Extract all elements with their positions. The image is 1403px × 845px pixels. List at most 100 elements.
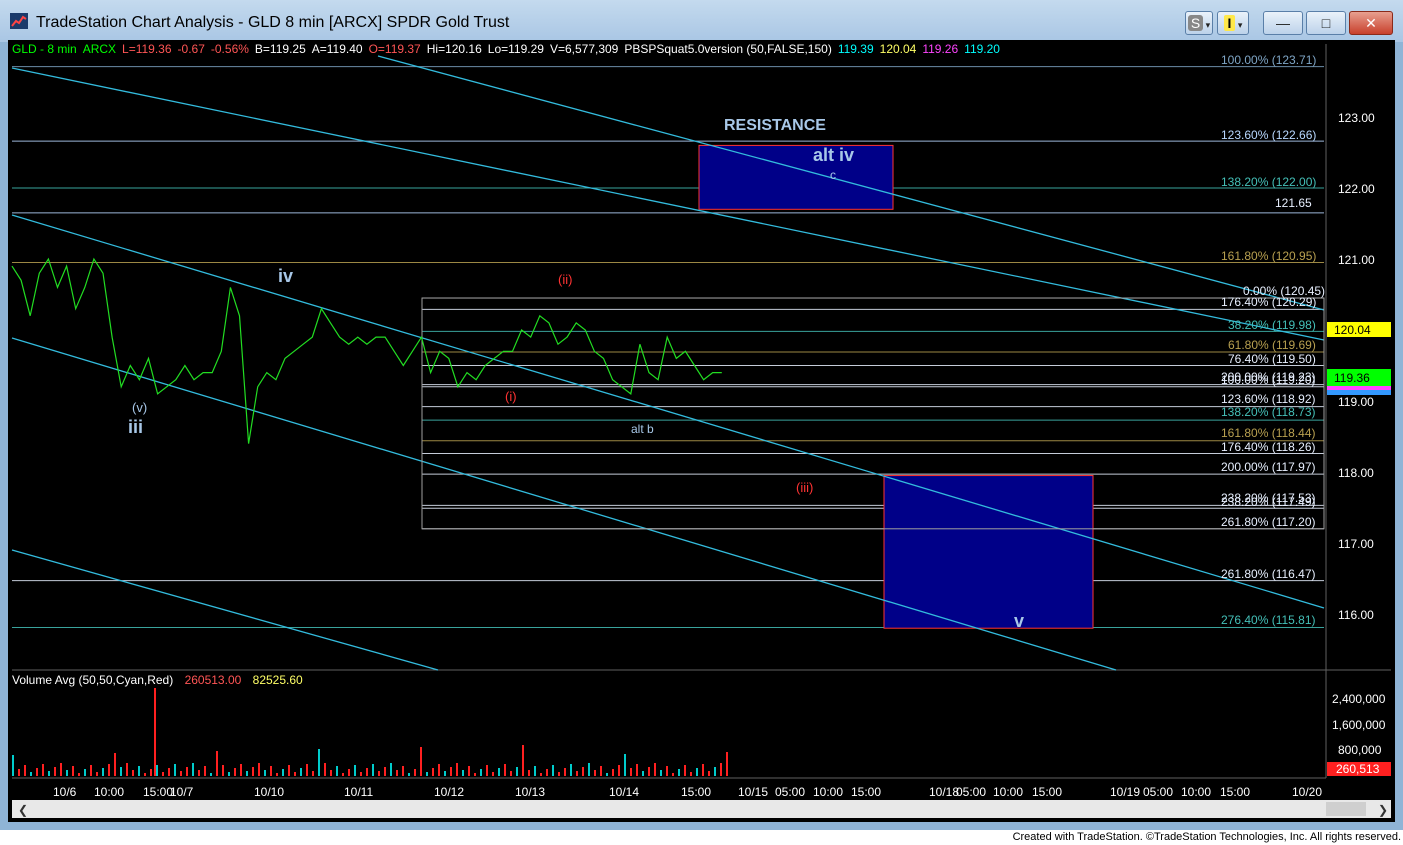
time-axis-label: 10:00 (1181, 785, 1211, 799)
title-bar[interactable]: TradeStation Chart Analysis - GLD 8 min … (0, 0, 1403, 42)
volume-bar (498, 768, 500, 776)
volume-bar (624, 754, 626, 776)
status-field: ARCX (83, 42, 116, 56)
volume-bar (144, 773, 146, 776)
volume-bar (348, 769, 350, 776)
wave-c-label: c (830, 168, 836, 182)
wave-iii-label: iii (128, 417, 143, 437)
volume-bar (318, 749, 320, 776)
volume-bar (426, 772, 428, 776)
volume-bar (474, 773, 476, 776)
fib-label: 238.20% (117.49) (1221, 495, 1316, 509)
fib-label: 138.20% (122.00) (1221, 175, 1316, 189)
minimize-button[interactable]: — (1263, 11, 1303, 35)
price-axis-label: 117.00 (1338, 537, 1374, 551)
volume-bar (552, 765, 554, 776)
volume-bar (168, 768, 170, 776)
time-axis-label: 15:00 (1220, 785, 1250, 799)
scroll-left-icon[interactable]: ❮ (18, 803, 28, 817)
volume-bar (540, 773, 542, 776)
volume-bar (12, 755, 14, 776)
volume-bar (576, 771, 578, 776)
volume-bar (216, 751, 218, 776)
volume-bar (492, 772, 494, 776)
volume-bar (204, 766, 206, 776)
scroll-right-icon[interactable]: ❯ (1378, 803, 1388, 817)
volume-bar (612, 769, 614, 776)
status-field: V=6,577,309 (550, 42, 619, 56)
volume-bar (162, 772, 164, 776)
status-field: O=119.37 (369, 42, 421, 56)
status-field: 119.20 (964, 42, 1000, 56)
chart-frame[interactable]: GLD - 8 min ARCX L=119.36 -0.67 -0.56% B=119.… (8, 40, 1395, 822)
volume-bar (432, 768, 434, 776)
volume-bar (276, 773, 278, 776)
status-field: GLD - 8 min (12, 42, 77, 56)
price-axis-label: 118.00 (1338, 466, 1374, 480)
status-field: L=119.36 (122, 42, 172, 56)
volume-bar (444, 771, 446, 776)
price-chart[interactable]: GLD - 8 min ARCX L=119.36 -0.67 -0.56% B=119.… (8, 40, 1395, 822)
volume-bar (654, 763, 656, 776)
maximize-button[interactable]: □ (1306, 11, 1346, 35)
volume-bar (78, 773, 80, 776)
volume-spike-bar (154, 688, 156, 776)
volume-bar (72, 766, 74, 776)
status-field: PBSPSquat5.0version (50,FALSE,150) (624, 42, 831, 56)
volume-bar (126, 763, 128, 776)
fib-label: 100.00% (123.71) (1221, 53, 1316, 67)
volume-bar (438, 764, 440, 776)
volume-value-2: 82525.60 (253, 673, 303, 687)
volume-bar (600, 766, 602, 776)
volume-bar (252, 767, 254, 776)
volume-bar (114, 753, 116, 776)
s-menu-button[interactable]: S ▾ (1185, 11, 1213, 35)
volume-axis: 2,400,000 1,600,000 800,000 (1332, 692, 1386, 757)
horizontal-scrollbar[interactable] (12, 800, 1391, 818)
time-axis-label: 10/15 (738, 785, 768, 799)
volume-bar (330, 770, 332, 776)
wave-v-label: v (1014, 611, 1024, 631)
copyright-text: Created with TradeStation. ©TradeStation… (1012, 831, 1401, 843)
fib-label: 261.80% (117.20) (1221, 515, 1316, 529)
i-menu-button[interactable]: I ▾ (1217, 11, 1249, 35)
volume-bar (84, 769, 86, 776)
wave-iv-label: iv (278, 266, 293, 286)
chevron-down-icon: ▾ (1235, 20, 1243, 30)
status-field: 119.26 (922, 42, 958, 56)
time-axis-label: 10/11 (344, 785, 373, 799)
volume-bar (588, 763, 590, 776)
status-field: Hi=120.16 (427, 42, 482, 56)
volume-bar (558, 772, 560, 776)
volume-bar (726, 752, 728, 776)
close-button[interactable]: ✕ (1349, 11, 1393, 35)
volume-bar (138, 766, 140, 776)
i-button-label: I (1223, 15, 1236, 31)
volume-bar (90, 765, 92, 776)
volume-marker-text: 260,513 (1336, 762, 1380, 776)
volume-bar (714, 767, 716, 776)
scrollbar-thumb[interactable] (1326, 802, 1366, 816)
volume-bar (696, 768, 698, 776)
volume-bar (516, 767, 518, 776)
wave-v-small-label: (v) (132, 400, 147, 415)
volume-bar (228, 772, 230, 776)
s-button-label: S (1187, 15, 1204, 31)
wave-iii-small-label: (iii) (796, 480, 813, 495)
status-field: -0.56% (211, 42, 249, 56)
alt-b-label: alt b (631, 422, 654, 436)
volume-indicator-name: Volume Avg (50,50,Cyan,Red) (12, 673, 173, 687)
volume-bar (450, 767, 452, 776)
volume-bar (24, 765, 26, 776)
volume-bar (18, 769, 20, 776)
time-axis-label: 10:00 (813, 785, 843, 799)
volume-bar (570, 764, 572, 776)
fib-label: 76.40% (119.50) (1228, 352, 1316, 366)
maximize-icon: □ (1321, 15, 1331, 31)
volume-bar (312, 771, 314, 776)
time-axis-label: 15:00 (851, 785, 881, 799)
volume-bar (108, 764, 110, 776)
marker-magenta (1327, 386, 1391, 390)
volume-bar (60, 763, 62, 776)
volume-bar (372, 764, 374, 776)
